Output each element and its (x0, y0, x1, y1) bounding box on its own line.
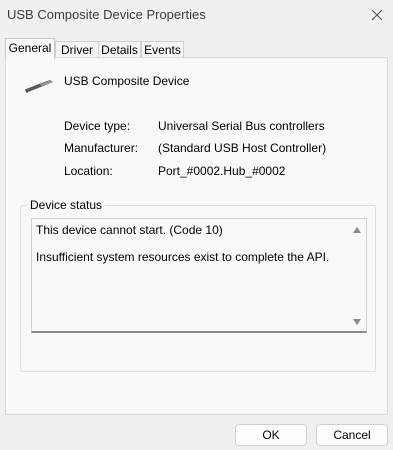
device-status-group: Device status This device cannot start. … (20, 198, 376, 372)
device-status-legend: Device status (27, 198, 106, 212)
device-type-label: Device type: (64, 119, 131, 133)
status-scrollbar[interactable] (349, 219, 366, 331)
scroll-up-icon[interactable] (353, 227, 361, 233)
location-value: Port_#0002.Hub_#0002 (158, 164, 286, 178)
tab-driver[interactable]: Driver (55, 41, 99, 58)
tab-details-label: Details (101, 43, 138, 57)
cancel-button[interactable]: Cancel (316, 424, 388, 446)
status-line-1: This device cannot start. (Code 10) (36, 223, 223, 237)
device-type-value: Universal Serial Bus controllers (158, 119, 325, 133)
general-panel: USB Composite Device Device type: Univer… (5, 57, 388, 415)
ok-button-label: OK (262, 428, 280, 442)
tab-events-label: Events (144, 43, 181, 57)
tab-general[interactable]: General (5, 38, 55, 59)
device-name: USB Composite Device (64, 74, 190, 88)
close-icon (371, 9, 383, 21)
tab-driver-label: Driver (61, 43, 93, 57)
location-label: Location: (64, 164, 113, 178)
tab-details[interactable]: Details (98, 41, 141, 58)
scroll-down-icon[interactable] (353, 319, 361, 325)
tab-general-label: General (8, 41, 52, 55)
manufacturer-label: Manufacturer: (64, 141, 139, 155)
cancel-button-label: Cancel (333, 428, 371, 442)
close-button[interactable] (365, 3, 389, 27)
window-title: USB Composite Device Properties (7, 7, 206, 22)
ok-button[interactable]: OK (235, 424, 307, 446)
manufacturer-value: (Standard USB Host Controller) (158, 141, 327, 155)
device-status-textbox[interactable]: This device cannot start. (Code 10) Insu… (31, 218, 367, 333)
usb-plug-icon (25, 80, 53, 93)
tab-events[interactable]: Events (141, 41, 184, 58)
status-line-2: Insufficient system resources exist to c… (36, 250, 330, 264)
title-bar: USB Composite Device Properties (0, 0, 393, 30)
